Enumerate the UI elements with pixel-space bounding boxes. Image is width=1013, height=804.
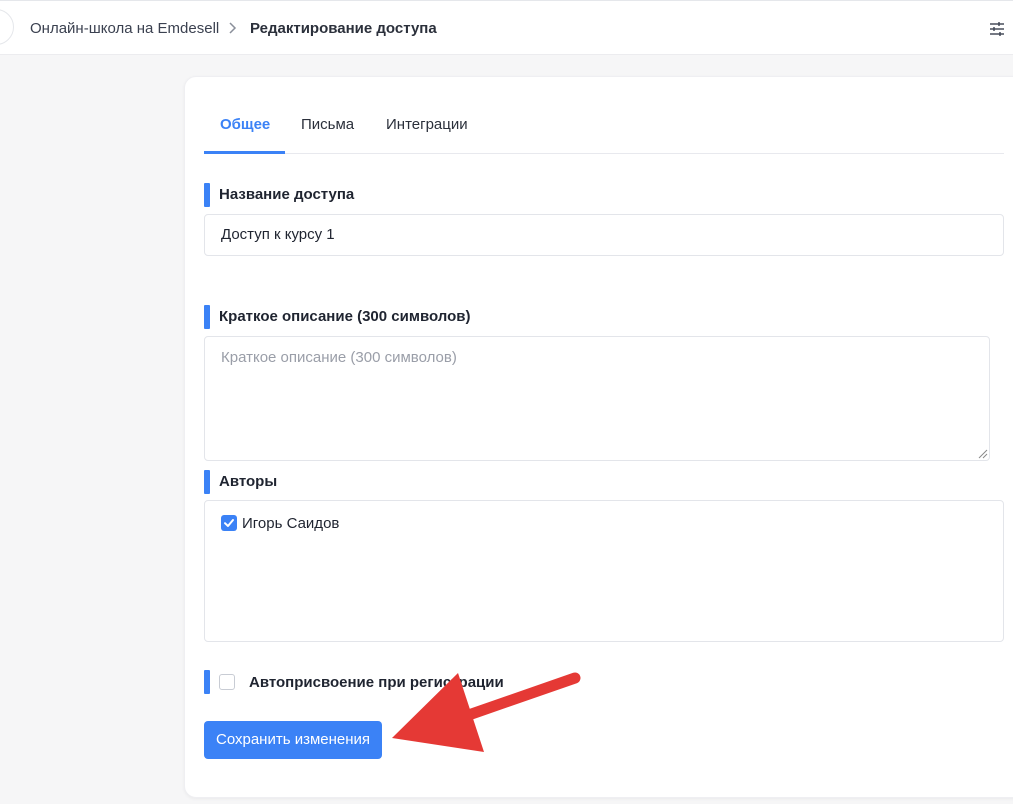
- tab-general[interactable]: Общее: [220, 116, 270, 133]
- check-icon: [224, 519, 234, 527]
- description-label: Краткое описание (300 символов): [204, 305, 470, 329]
- top-bar: Онлайн-школа на Emdesell Редактирование …: [0, 0, 1013, 55]
- breadcrumb-parent[interactable]: Онлайн-школа на Emdesell: [30, 20, 219, 37]
- sliders-icon[interactable]: [988, 20, 1006, 38]
- author-name: Игорь Саидов: [242, 515, 340, 532]
- author-checkbox[interactable]: [221, 515, 237, 531]
- back-button[interactable]: [0, 9, 14, 45]
- access-name-input[interactable]: Доступ к курсу 1: [204, 214, 1004, 256]
- save-button[interactable]: Сохранить изменения: [204, 721, 382, 759]
- active-tab-indicator: [204, 151, 285, 154]
- chevron-right-icon: [229, 22, 237, 34]
- name-label: Название доступа: [204, 183, 354, 207]
- auto-assign-label: Автоприсвоение при регистрации: [249, 674, 504, 691]
- auto-assign-checkbox[interactable]: [219, 674, 235, 690]
- tab-letters[interactable]: Письма: [301, 116, 354, 133]
- page-title: Редактирование доступа: [250, 20, 437, 37]
- tab-bar: Общее Письма Интеграции: [204, 95, 1004, 154]
- resize-handle-icon[interactable]: [978, 449, 988, 459]
- authors-label: Авторы: [204, 470, 277, 494]
- tab-integrations[interactable]: Интеграции: [386, 116, 468, 133]
- auto-assign-marker: [204, 670, 210, 694]
- description-textarea[interactable]: Краткое описание (300 символов): [204, 336, 990, 461]
- authors-list: Игорь Саидов: [204, 500, 1004, 642]
